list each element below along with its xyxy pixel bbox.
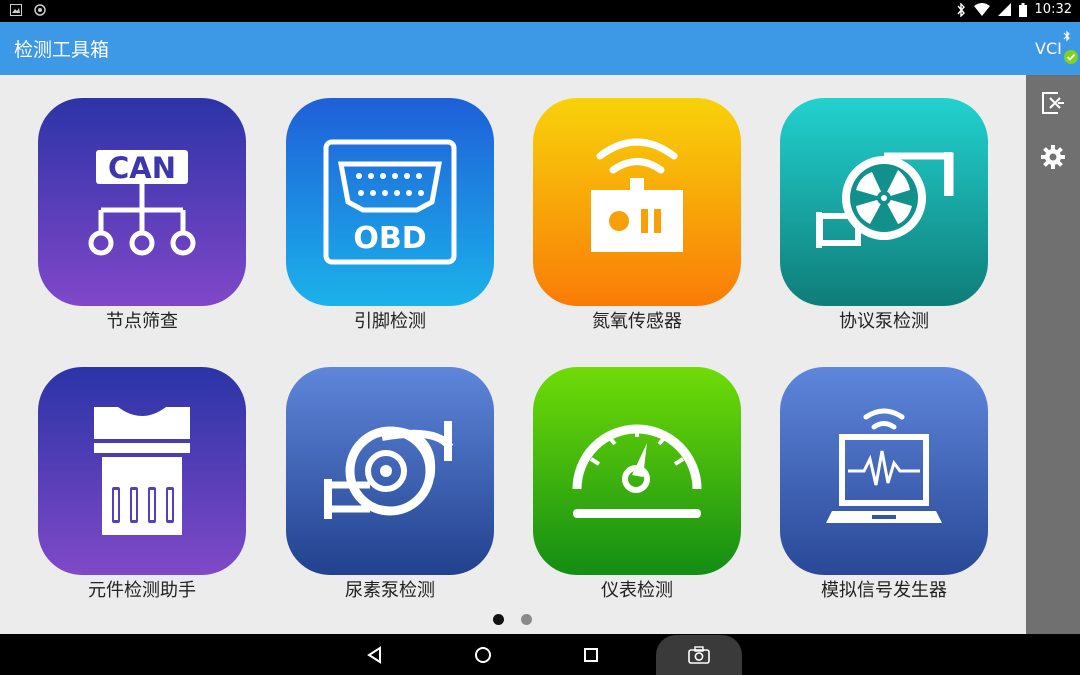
can-network-icon: CAN xyxy=(88,150,196,256)
tile-component-helper[interactable]: 元件检测助手 xyxy=(38,367,246,603)
camera-icon xyxy=(688,646,710,664)
connected-check-icon xyxy=(1064,50,1078,64)
tile-node-screening[interactable]: CAN 节点筛查 xyxy=(38,98,246,334)
gauge-icon xyxy=(572,424,702,518)
bluetooth-icon xyxy=(956,2,965,17)
tile-label: 尿素泵检测 xyxy=(345,580,435,601)
tile-urea-pump[interactable]: 尿素泵检测 xyxy=(286,367,494,603)
status-time: 10:32 xyxy=(1034,2,1072,17)
tile-label: 协议泵检测 xyxy=(839,311,929,332)
signal-generator-icon xyxy=(826,408,942,523)
vci-status-button[interactable]: VCI xyxy=(1026,22,1080,75)
tool-grid: CAN 节点筛查 OBD 引脚检测 氮氧传感器 协议泵检测 元件检测助手 尿素泵… xyxy=(0,75,1026,634)
side-bar: VCI xyxy=(1026,22,1080,634)
urea-pump-icon xyxy=(324,421,454,519)
tile-signal-generator[interactable]: 模拟信号发生器 xyxy=(780,367,988,603)
battery-icon xyxy=(1018,2,1027,17)
exit-icon[interactable] xyxy=(1040,90,1066,116)
tile-instrument-check[interactable]: 仪表检测 xyxy=(533,367,741,603)
back-icon[interactable] xyxy=(366,646,384,664)
tile-label: 节点筛查 xyxy=(106,311,178,332)
nox-sensor-icon xyxy=(591,138,683,252)
vci-label: VCI xyxy=(1035,39,1062,58)
navigation-bar xyxy=(0,634,1080,675)
tile-nox-sensor[interactable]: 氮氧传感器 xyxy=(533,98,741,334)
page-indicator-2[interactable] xyxy=(521,614,532,625)
image-notification-icon xyxy=(10,4,22,16)
tile-pin-detection[interactable]: OBD 引脚检测 xyxy=(286,98,494,334)
status-bar: 10:32 xyxy=(0,0,1080,22)
tile-label: 模拟信号发生器 xyxy=(821,580,947,601)
component-chip-icon xyxy=(94,407,190,535)
page-indicator-1[interactable] xyxy=(493,614,504,625)
app-bar: 检测工具箱 xyxy=(0,22,1026,75)
tile-label: 引脚检测 xyxy=(354,311,426,332)
page-title: 检测工具箱 xyxy=(14,39,110,61)
protocol-pump-icon xyxy=(816,152,954,248)
tile-label: 元件检测助手 xyxy=(88,580,196,601)
can-icon-text: CAN xyxy=(108,151,176,185)
gear-icon[interactable] xyxy=(1040,144,1066,170)
recent-apps-icon[interactable] xyxy=(583,647,599,663)
screenshot-button[interactable] xyxy=(656,635,742,675)
signal-icon xyxy=(997,3,1011,16)
wifi-icon xyxy=(973,3,990,16)
tile-label: 氮氧传感器 xyxy=(592,311,682,332)
obd-icon-text: OBD xyxy=(353,221,426,256)
tile-protocol-pump[interactable]: 协议泵检测 xyxy=(780,98,988,334)
bluetooth-small-icon xyxy=(1063,30,1070,42)
tile-label: 仪表检测 xyxy=(601,580,673,601)
obd-connector-icon: OBD xyxy=(323,139,457,265)
shield-notification-icon xyxy=(34,4,46,16)
home-icon[interactable] xyxy=(474,646,492,664)
